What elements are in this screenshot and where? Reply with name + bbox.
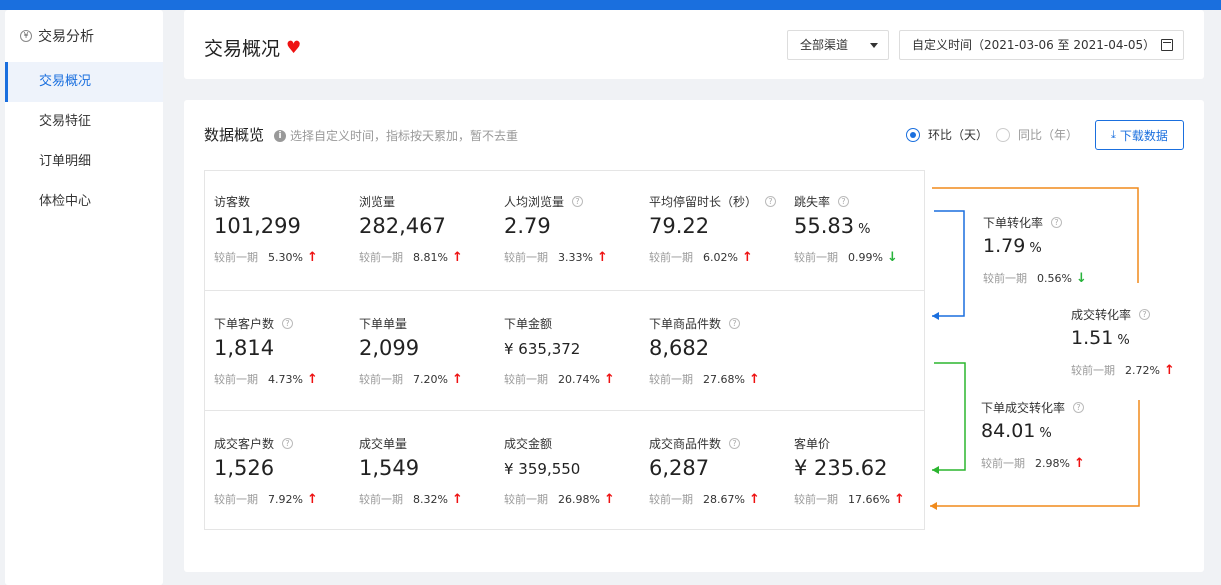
page-title: 交易概况 xyxy=(204,38,281,60)
sidebar-header: ¥ 交易分析 xyxy=(5,10,163,62)
arrow-up-icon: ↑ xyxy=(1073,455,1085,471)
metric-value: 1.79 xyxy=(983,235,1026,257)
metric-value: 84.01 xyxy=(981,420,1036,442)
channel-select[interactable]: 全部渠道 xyxy=(787,30,889,60)
funnel-card: 下单转化率? 1.79% 较前一期 0.56% ↓ xyxy=(983,215,1087,286)
compare-percent: 2.98% xyxy=(1035,456,1070,470)
flow-line-blue xyxy=(932,210,965,317)
metric-value-wrap: 1.51% xyxy=(1071,327,1175,355)
flow-line-green xyxy=(932,362,966,471)
metric-value: 1.51 xyxy=(1071,327,1114,349)
flow-arrow-blue xyxy=(932,312,939,320)
help-icon[interactable]: ? xyxy=(1139,308,1151,320)
sidebar: ¥ 交易分析 交易概况 交易特征 订单明细 体检中心 xyxy=(5,10,163,585)
help-icon[interactable]: ? xyxy=(1051,216,1063,228)
compare-label: 较前一期 xyxy=(983,272,1027,285)
arrow-up-icon: ↑ xyxy=(1163,362,1175,378)
sidebar-title: 交易分析 xyxy=(38,29,94,45)
funnel-card: 成交转化率? 1.51% 较前一期 2.72% ↑ xyxy=(1071,307,1175,378)
heart-icon[interactable]: ♥ xyxy=(286,38,301,58)
funnel-flow-lines xyxy=(930,187,1140,510)
sidebar-item-orders[interactable]: 订单明细 xyxy=(5,142,163,182)
metric-unit: % xyxy=(1029,241,1042,256)
sidebar-item-overview[interactable]: 交易概况 xyxy=(5,62,163,102)
arrow-down-icon: ↓ xyxy=(1075,270,1087,286)
compare-percent: 2.72% xyxy=(1125,363,1160,377)
flow-arrow-orange xyxy=(930,502,937,510)
metric-compare: 较前一期 2.72% ↑ xyxy=(1071,362,1175,378)
date-range-picker[interactable]: 自定义时间（2021-03-06 至 2021-04-05） xyxy=(899,30,1184,60)
compare-label: 较前一期 xyxy=(981,457,1025,470)
metric-label-text: 下单转化率 xyxy=(983,215,1044,230)
metric-unit: % xyxy=(1039,426,1052,441)
metric-unit: % xyxy=(1117,333,1130,348)
flow-arrow-green xyxy=(932,466,939,474)
overview-card: 数据概览 i 选择自定义时间，指标按天累加，暂不去重 环比（天） 同比（年） ⤓… xyxy=(184,100,1204,572)
funnel-card: 下单成交转化率? 84.01% 较前一期 2.98% ↑ xyxy=(981,400,1085,471)
metric-value-wrap: 1.79% xyxy=(983,235,1087,263)
calendar-icon xyxy=(1161,39,1173,51)
yen-icon: ¥ xyxy=(20,30,32,42)
caret-down-icon xyxy=(870,43,878,48)
header-card: 交易概况 ♥ 全部渠道 自定义时间（2021-03-06 至 2021-04-0… xyxy=(184,10,1204,79)
metric-compare: 较前一期 2.98% ↑ xyxy=(981,455,1085,471)
help-icon[interactable]: ? xyxy=(1073,401,1085,413)
page-title-wrap: 交易概况 ♥ xyxy=(204,34,301,61)
sidebar-item-checkup[interactable]: 体检中心 xyxy=(5,182,163,222)
sidebar-item-features[interactable]: 交易特征 xyxy=(5,102,163,142)
metric-value-wrap: 84.01% xyxy=(981,420,1085,448)
metric-label-text: 成交转化率 xyxy=(1071,307,1132,322)
top-bar xyxy=(0,0,1221,10)
compare-percent: 0.56% xyxy=(1037,271,1072,285)
metric-label: 下单成交转化率? xyxy=(981,400,1085,415)
channel-select-value: 全部渠道 xyxy=(800,38,849,52)
metric-label-text: 下单成交转化率 xyxy=(981,400,1066,415)
date-range-value: 自定义时间（2021-03-06 至 2021-04-05） xyxy=(912,38,1156,52)
metric-label: 成交转化率? xyxy=(1071,307,1175,322)
metric-label: 下单转化率? xyxy=(983,215,1087,230)
metric-compare: 较前一期 0.56% ↓ xyxy=(983,270,1087,286)
compare-label: 较前一期 xyxy=(1071,364,1115,377)
